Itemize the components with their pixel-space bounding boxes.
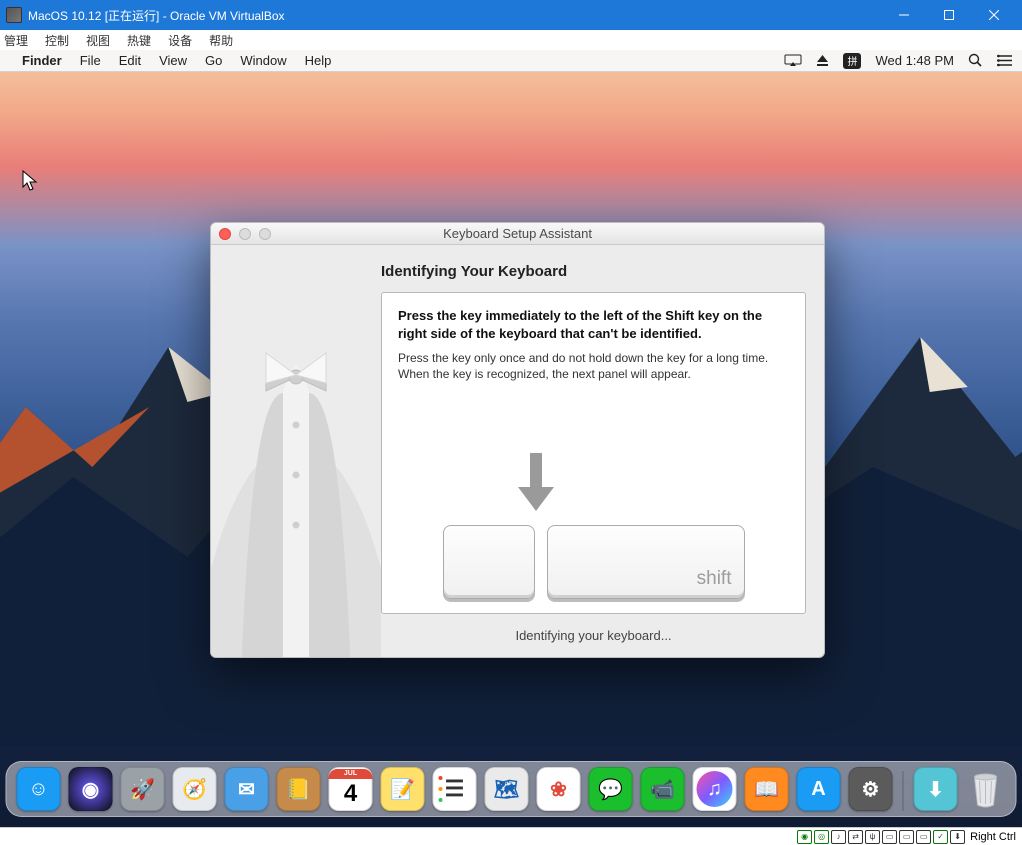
guest-screen: Finder File Edit View Go Window Help 拼 W… <box>0 50 1022 827</box>
dock-app-contacts[interactable]: 📒 <box>277 767 321 811</box>
vb-hdd-icon[interactable]: ◉ <box>797 830 812 844</box>
vb-menu-item[interactable]: 控制 <box>45 32 69 49</box>
virtualbox-menubar: 管理 控制 视图 热键 设备 帮助 <box>0 30 1022 50</box>
vb-video-icon[interactable]: ▭ <box>899 830 914 844</box>
dock-app-notes[interactable]: 📝 <box>381 767 425 811</box>
dock-app-safari[interactable]: 🧭 <box>173 767 217 811</box>
virtualbox-statusbar: ◉ ◎ ♪ ⇄ ψ ▭ ▭ ▭ ✓ ⬇ Right Ctrl <box>0 827 1022 845</box>
vb-menu-item[interactable]: 设备 <box>168 32 192 49</box>
vb-hostkey-label: Right Ctrl <box>970 831 1016 843</box>
target-key-illustration <box>443 525 535 599</box>
vb-cd-icon[interactable]: ◎ <box>814 830 829 844</box>
window-close-button[interactable] <box>971 0 1016 30</box>
assistant-instruction-strong: Press the key immediately to the left of… <box>398 307 789 342</box>
dock-app-mail[interactable]: ✉ <box>225 767 269 811</box>
airplay-icon[interactable] <box>784 54 802 67</box>
dock-app-calendar[interactable]: JUL4 <box>329 767 373 811</box>
dock-app-system-preferences[interactable]: ⚙ <box>849 767 893 811</box>
window-maximize-button[interactable] <box>926 0 971 30</box>
dock-trash[interactable] <box>966 767 1006 811</box>
dock-app-reminders[interactable]: ☰ <box>433 767 477 811</box>
menubar-item[interactable]: File <box>80 53 101 68</box>
menubar-item[interactable]: View <box>159 53 187 68</box>
menubar-item[interactable]: Window <box>240 53 286 68</box>
vb-rec-icon[interactable]: ⬇ <box>950 830 965 844</box>
assistant-instruction-sub: Press the key only once and do not hold … <box>398 350 789 382</box>
virtualbox-title: MacOS 10.12 [正在运行] - Oracle VM VirtualBo… <box>28 7 285 24</box>
dock-app-finder[interactable]: ☺ <box>17 767 61 811</box>
assistant-content-panel: Press the key immediately to the left of… <box>381 292 806 614</box>
vb-display-icon[interactable]: ▭ <box>916 830 931 844</box>
assistant-window-title: Keyboard Setup Assistant <box>211 226 824 241</box>
mouse-cursor <box>22 170 38 197</box>
dock-app-appstore[interactable]: A <box>797 767 841 811</box>
macos-menubar: Finder File Edit View Go Window Help 拼 W… <box>0 50 1022 72</box>
vb-usb-icon[interactable]: ψ <box>865 830 880 844</box>
menubar-item[interactable]: Help <box>305 53 332 68</box>
spotlight-icon[interactable] <box>968 53 983 68</box>
shift-key-illustration: shift <box>547 525 745 599</box>
assistant-status-text: Identifying your keyboard... <box>381 628 806 643</box>
assistant-sidebar-image <box>211 245 381 657</box>
dock-downloads[interactable]: ⬇ <box>914 767 958 811</box>
assistant-heading: Identifying Your Keyboard <box>381 263 806 280</box>
virtualbox-titlebar: MacOS 10.12 [正在运行] - Oracle VM VirtualBo… <box>0 0 1022 30</box>
vb-net-icon[interactable]: ⇄ <box>848 830 863 844</box>
window-minimize-button[interactable] <box>881 0 926 30</box>
app-menu[interactable]: Finder <box>22 53 62 68</box>
keyboard-setup-assistant-window: Keyboard Setup Assistant <box>210 222 825 658</box>
vb-menu-item[interactable]: 视图 <box>86 32 110 49</box>
vb-audio-icon[interactable]: ♪ <box>831 830 846 844</box>
vb-menu-item[interactable]: 管理 <box>4 32 28 49</box>
dock-app-messages[interactable]: 💬 <box>589 767 633 811</box>
dock-app-itunes[interactable]: ♫ <box>693 767 737 811</box>
notification-center-icon[interactable] <box>997 54 1012 67</box>
input-method-icon[interactable]: 拼 <box>843 53 861 69</box>
vb-shared-icon[interactable]: ▭ <box>882 830 897 844</box>
assistant-titlebar[interactable]: Keyboard Setup Assistant <box>211 223 824 245</box>
dock-app-siri[interactable]: ◉ <box>69 767 113 811</box>
virtualbox-icon <box>6 7 22 23</box>
vb-menu-item[interactable]: 热键 <box>127 32 151 49</box>
menubar-item[interactable]: Edit <box>119 53 141 68</box>
menubar-clock[interactable]: Wed 1:48 PM <box>875 53 954 68</box>
eject-icon[interactable] <box>816 54 829 67</box>
dock-app-facetime[interactable]: 📹 <box>641 767 685 811</box>
dock: ☺◉🚀🧭✉📒JUL4📝☰🗺❀💬📹♫📖A⚙ ⬇ <box>6 761 1017 817</box>
vb-menu-item[interactable]: 帮助 <box>209 32 233 49</box>
dock-app-ibooks[interactable]: 📖 <box>745 767 789 811</box>
dock-app-photos[interactable]: ❀ <box>537 767 581 811</box>
vb-ga-icon[interactable]: ✓ <box>933 830 948 844</box>
dock-app-launchpad[interactable]: 🚀 <box>121 767 165 811</box>
dock-app-maps[interactable]: 🗺 <box>485 767 529 811</box>
arrow-down-icon <box>516 453 556 515</box>
menubar-item[interactable]: Go <box>205 53 222 68</box>
